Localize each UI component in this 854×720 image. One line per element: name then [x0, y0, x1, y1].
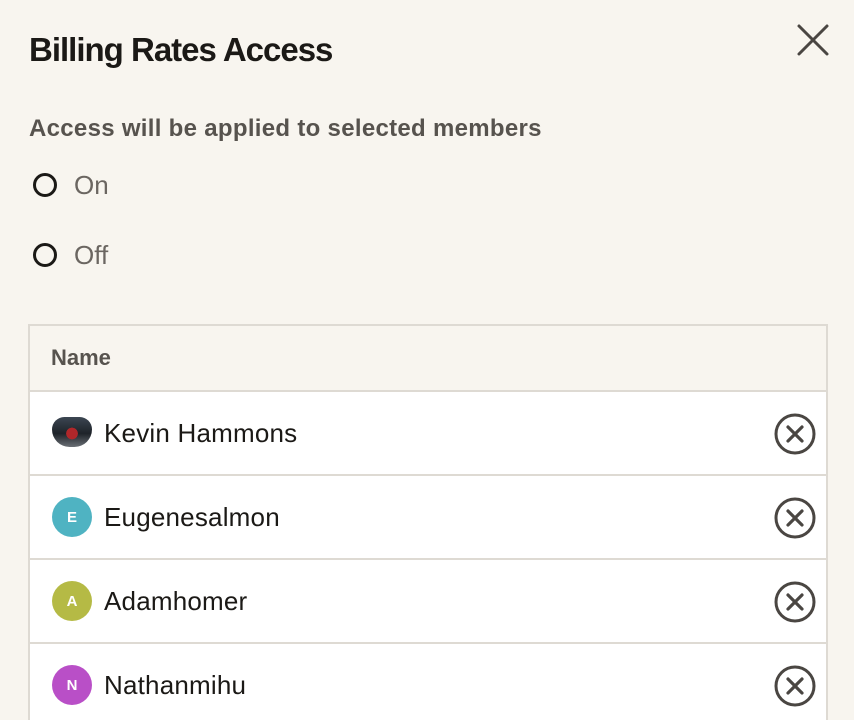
- avatar: E: [52, 497, 92, 537]
- dialog-title: Billing Rates Access: [29, 31, 333, 68]
- table-row: N Nathanmihu: [30, 644, 826, 720]
- member-name: Nathanmihu: [104, 669, 247, 700]
- billing-rates-access-dialog: Billing Rates Access Access will be appl…: [0, 0, 854, 720]
- radio-on[interactable]: On: [33, 168, 109, 202]
- close-button[interactable]: [795, 22, 831, 58]
- table-row: A Adamhomer: [30, 560, 826, 644]
- avatar: N: [52, 665, 92, 705]
- member-name: Kevin Hammons: [104, 417, 298, 448]
- remove-member-button[interactable]: [773, 496, 817, 540]
- member-name: Adamhomer: [104, 585, 248, 616]
- close-icon: [797, 24, 829, 56]
- table-header: Name: [30, 326, 826, 392]
- remove-member-button[interactable]: [773, 412, 817, 456]
- radio-off[interactable]: Off: [33, 238, 108, 272]
- remove-member-button[interactable]: [773, 664, 817, 708]
- radio-circle-on[interactable]: [33, 173, 57, 197]
- avatar: A: [52, 581, 92, 621]
- member-name: Eugenesalmon: [104, 501, 280, 532]
- access-subtitle: Access will be applied to selected membe…: [29, 115, 542, 142]
- column-header-name: Name: [51, 345, 111, 370]
- table-row: E Eugenesalmon: [30, 476, 826, 560]
- remove-circle-icon: [774, 665, 816, 707]
- remove-circle-icon: [774, 413, 816, 455]
- remove-circle-icon: [774, 581, 816, 623]
- radio-label-off: Off: [74, 240, 109, 270]
- table-row: Kevin Hammons: [30, 392, 826, 476]
- members-table: Name Kevin Hammons E Eugenesalmon A Adam…: [28, 324, 828, 720]
- radio-label-on: On: [74, 170, 109, 200]
- radio-circle-off[interactable]: [33, 243, 57, 267]
- remove-circle-icon: [774, 497, 816, 539]
- remove-member-button[interactable]: [773, 580, 817, 624]
- avatar: [52, 417, 92, 447]
